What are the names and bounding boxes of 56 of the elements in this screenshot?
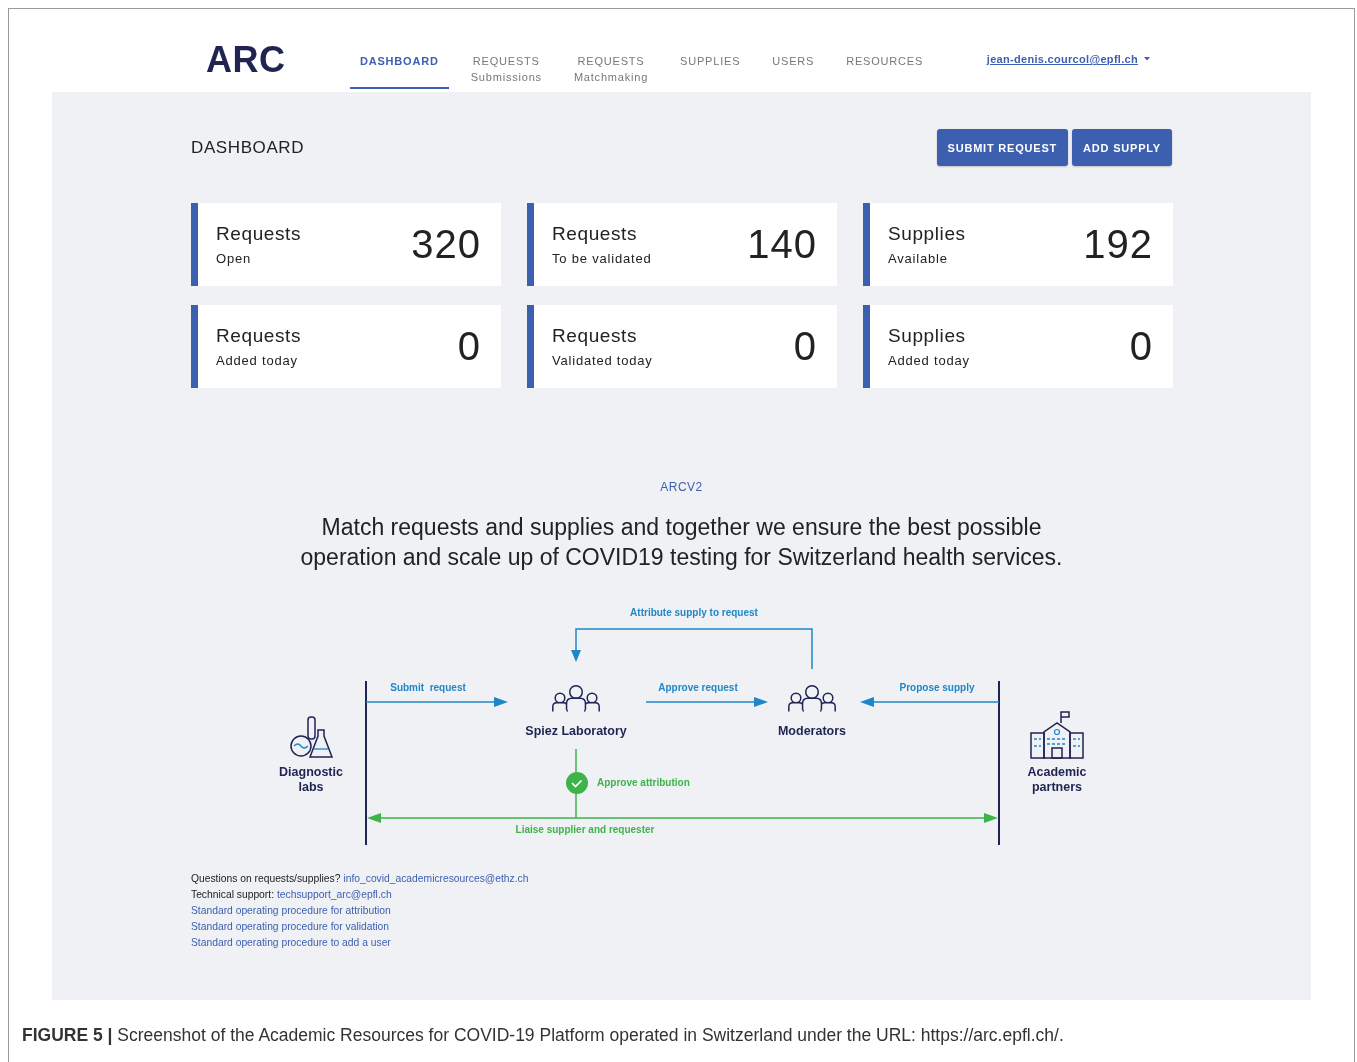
- version-label: ARCV2: [659, 480, 704, 494]
- stat-title: Requests: [552, 325, 639, 347]
- flow-label: Attribute supply to request: [630, 607, 758, 618]
- flow-label: Submit request: [390, 682, 466, 693]
- nav-tab[interactable]: SUPPLIES: [670, 9, 751, 89]
- footer-label: Questions on requests/supplies?: [191, 872, 341, 886]
- nav-tab[interactable]: DASHBOARD: [350, 9, 449, 89]
- stat-subtitle: Added today: [888, 353, 970, 368]
- nav-tab[interactable]: REQUESTS Matchmaking: [563, 9, 659, 89]
- nav-tab[interactable]: REQUESTS Submissions: [460, 9, 552, 89]
- flow-label: Approve attribution: [597, 777, 690, 788]
- stat-value: 320: [411, 222, 481, 267]
- stat-title: Requests: [216, 223, 302, 245]
- app-logo: ARC: [206, 39, 287, 81]
- stat-value: 0: [457, 324, 481, 369]
- stat-title: Supplies: [888, 223, 966, 245]
- headline-text: Match requests and supplies and together we ensure the best possible operation and scale up of COVID19 testing for Switzerland health services.: [299, 513, 1064, 572]
- stat-value: 192: [1083, 222, 1153, 267]
- stat-title: Requests: [552, 223, 639, 245]
- user-menu-link[interactable]: jean-denis.courcol@epfl.ch: [986, 53, 1138, 65]
- footer-link[interactable]: techsupport_arc@epfl.ch: [277, 887, 392, 903]
- caret-icon[interactable]: [1144, 57, 1150, 61]
- flow-label: Propose supply: [899, 682, 975, 693]
- footer-label: Technical support:: [191, 888, 274, 902]
- action-button[interactable]: ADD SUPPLY: [1072, 129, 1172, 166]
- people-group-icon: [552, 684, 600, 713]
- flow-label: Liaise supplier and requester: [515, 824, 655, 835]
- action-button[interactable]: SUBMIT REQUEST: [936, 129, 1069, 166]
- school-building-icon: [1030, 711, 1084, 759]
- stat-subtitle: Available: [888, 251, 949, 266]
- footer-link[interactable]: Standard operating procedure for attribution: [191, 903, 391, 919]
- check-icon: [566, 772, 588, 794]
- flow-label: Approve request: [658, 682, 738, 693]
- stat-title: Supplies: [888, 325, 967, 347]
- stat-subtitle: Added today: [216, 353, 299, 368]
- stat-title: Requests: [216, 325, 302, 347]
- actor-label: Diagnostic labs: [278, 765, 344, 795]
- actor-label: Moderators: [777, 724, 847, 739]
- stat-value: 0: [1129, 324, 1153, 369]
- footer-link[interactable]: Standard operating procedure for validation: [191, 919, 390, 935]
- nav-tab[interactable]: USERS: [762, 9, 825, 89]
- nav-tab[interactable]: RESOURCES: [836, 9, 934, 89]
- flow-line: [575, 748, 577, 819]
- actor-label: Academic partners: [1026, 765, 1088, 795]
- people-group-icon: [788, 684, 836, 713]
- footer-link[interactable]: info_covid_academicresources@ethz.ch: [343, 871, 529, 887]
- stat-value: 140: [747, 222, 817, 267]
- stat-subtitle: Validated today: [552, 353, 653, 368]
- page-title: DASHBOARD: [191, 137, 305, 158]
- stat-subtitle: To be validated: [552, 251, 652, 266]
- stat-subtitle: Open: [216, 251, 252, 266]
- actor-label: Spiez Laboratory: [525, 724, 627, 739]
- stat-value: 0: [793, 324, 817, 369]
- footer-link[interactable]: Standard operating procedure to add a user: [191, 935, 391, 951]
- figure-caption: FIGURE 5 | Screenshot of the Academic Resources for COVID-19 Platform operated in Switzerland under the URL: https://arc.epfl.ch/.: [22, 1025, 1065, 1046]
- flasks-icon: [290, 716, 334, 758]
